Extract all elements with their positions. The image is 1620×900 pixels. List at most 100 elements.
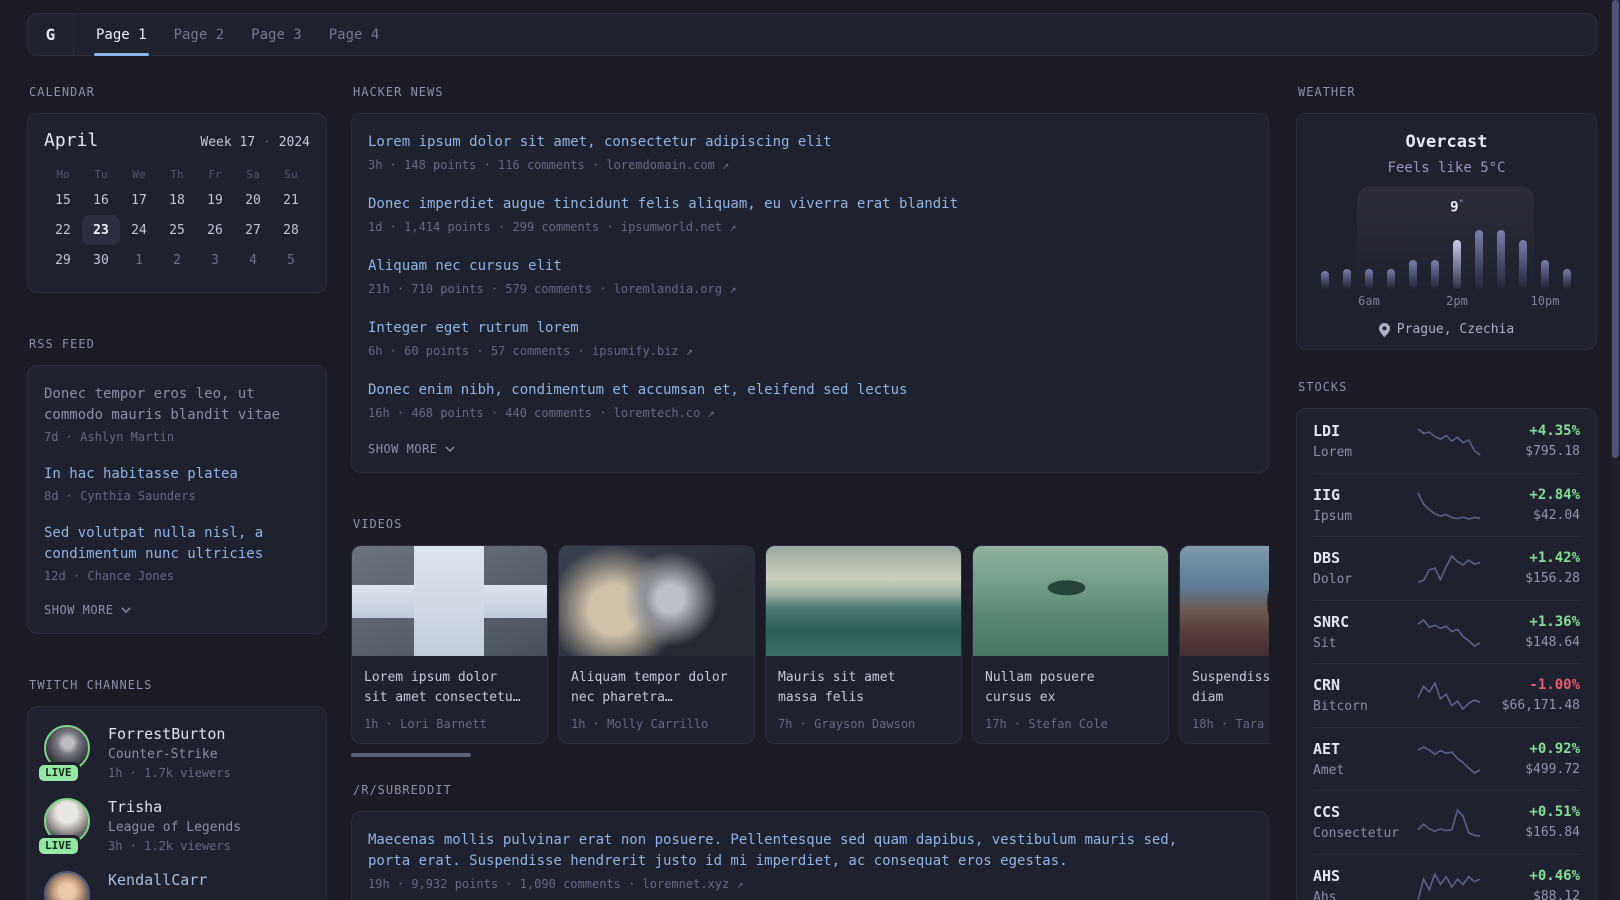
twitch-channel-name[interactable]: KendallCarr xyxy=(108,871,207,889)
rss-item: In hac habitasse platea 8d · Cynthia Sau… xyxy=(44,464,310,503)
video-thumbnail[interactable] xyxy=(1180,546,1269,656)
video-card[interactable]: Suspendisse diam 18h · Tara xyxy=(1179,545,1269,744)
hacker-news-item: Integer eget rutrum lorem 6h · 60 points… xyxy=(368,318,1252,358)
video-title[interactable]: Nullam posuere cursus ex xyxy=(985,668,1156,708)
stock-price: $165.84 xyxy=(1525,825,1580,841)
videos-section-label: VIDEOS xyxy=(353,517,403,531)
videos-carousel-scrollbar[interactable] xyxy=(351,753,471,757)
twitch-channel-game: League of Legends xyxy=(108,820,242,835)
video-card-body: Suspendisse diam 18h · Tara xyxy=(1180,656,1269,743)
rss-feed-widget: Donec tempor eros leo, ut commodo mauris… xyxy=(27,365,327,634)
hacker-news-item-meta[interactable]: 6h · 60 points · 57 comments · ipsumify.… xyxy=(368,344,1252,358)
hacker-news-widget: Lorem ipsum dolor sit amet, consectetur … xyxy=(351,113,1269,473)
stocks-section-label: STOCKS xyxy=(1298,380,1348,394)
calendar-separator: · xyxy=(263,135,271,150)
page-scrollbar-thumb[interactable] xyxy=(1612,0,1619,458)
calendar-day: 26 xyxy=(207,222,223,238)
hacker-news-item-title[interactable]: Donec imperdiet augue tincidunt felis al… xyxy=(368,194,1252,215)
calendar-day: 1 xyxy=(135,252,143,268)
stock-sparkline xyxy=(1409,680,1488,711)
page-tab[interactable]: Page 2 xyxy=(174,14,225,55)
weather-bar-current xyxy=(1453,240,1461,289)
weather-location: Prague, Czechia xyxy=(1297,322,1596,337)
stock-row[interactable]: CCS Consectetur +0.51% $165.84 xyxy=(1313,790,1580,854)
hacker-news-item-title[interactable]: Lorem ipsum dolor sit amet, consectetur … xyxy=(368,132,1252,153)
hacker-news-item-title[interactable]: Aliquam nec cursus elit xyxy=(368,256,1252,277)
tab-label: Page 2 xyxy=(173,26,225,43)
page-tab[interactable]: Page 3 xyxy=(251,14,302,55)
twitch-channel-row[interactable]: KendallCarr xyxy=(44,871,310,900)
live-badge: LIVE xyxy=(39,765,78,781)
video-thumbnail[interactable] xyxy=(973,546,1168,656)
video-card[interactable]: Aliquam tempor dolor nec pharetra… 1h · … xyxy=(558,545,755,744)
stock-change: -1.00% xyxy=(1529,677,1580,694)
twitch-channel-game: Counter-Strike xyxy=(108,747,218,762)
stock-ticker: CCS xyxy=(1313,803,1341,822)
stock-change: +1.36% xyxy=(1529,613,1580,630)
video-thumbnail[interactable] xyxy=(559,546,754,656)
rss-item-title[interactable]: In hac habitasse platea xyxy=(44,464,310,485)
weather-time-label: 2pm xyxy=(1446,294,1468,308)
page-tab[interactable]: Page 4 xyxy=(329,14,380,55)
calendar-day: 5 xyxy=(287,252,295,268)
video-thumbnail[interactable] xyxy=(766,546,961,656)
calendar-section-label: CALENDAR xyxy=(29,85,95,99)
video-title[interactable]: Mauris sit amet massa felis xyxy=(778,668,949,708)
video-title[interactable]: Suspendisse diam xyxy=(1192,668,1269,708)
center-column: HACKER NEWS Lorem ipsum dolor sit amet, … xyxy=(351,85,1269,900)
rss-item-title[interactable]: Donec tempor eros leo, ut commodo mauris… xyxy=(44,384,310,426)
stock-sparkline xyxy=(1409,490,1488,520)
page-tab[interactable]: Page 1 xyxy=(94,14,149,56)
page-scrollbar[interactable] xyxy=(1611,0,1620,900)
video-card[interactable]: Mauris sit amet massa felis 7h · Grayson… xyxy=(765,545,962,744)
video-card[interactable]: Nullam posuere cursus ex 17h · Stefan Co… xyxy=(972,545,1169,744)
video-title[interactable]: Aliquam tempor dolor nec pharetra… xyxy=(571,668,742,708)
twitch-channel-row[interactable]: LIVE Trisha League of Legends 3h · 1.2k … xyxy=(39,798,310,854)
subreddit-post-title[interactable]: Maecenas mollis pulvinar erat non posuer… xyxy=(368,830,1252,872)
stock-values: +2.84% $42.04 xyxy=(1488,487,1580,523)
weather-time-label: 10pm xyxy=(1530,294,1560,308)
weather-bar xyxy=(1563,269,1571,289)
stock-row[interactable]: LDI Lorem +4.35% $795.18 xyxy=(1313,409,1580,473)
twitch-channel-name[interactable]: Trisha xyxy=(108,798,241,816)
weather-hourly-chart: 6am 2pm 10pm 9° xyxy=(1321,186,1572,308)
twitch-channel-name[interactable]: ForrestBurton xyxy=(108,725,231,743)
stock-values: +0.46% $88.12 xyxy=(1488,868,1580,900)
stock-row[interactable]: IIG Ipsum +2.84% $42.04 xyxy=(1313,472,1580,537)
tab-label: Page 3 xyxy=(251,26,302,43)
calendar-day-header: We xyxy=(132,167,146,181)
calendar-week-year: Week 17 · 2024 xyxy=(200,135,310,150)
hacker-news-item-meta[interactable]: 16h · 468 points · 440 comments · loremt… xyxy=(368,406,1252,420)
stock-row[interactable]: DBS Dolor +1.42% $156.28 xyxy=(1313,536,1580,600)
hacker-news-item-title[interactable]: Integer eget rutrum lorem xyxy=(368,318,1252,339)
stock-row[interactable]: AET Amet +0.92% $499.72 xyxy=(1313,726,1580,791)
rss-show-more-button[interactable]: SHOW MORE xyxy=(44,603,310,617)
twitch-channel-row[interactable]: LIVE ForrestBurton Counter-Strike 1h · 1… xyxy=(39,725,310,781)
hacker-news-show-more-button[interactable]: SHOW MORE xyxy=(368,442,1252,456)
video-meta: 18h · Tara xyxy=(1192,717,1265,731)
subreddit-post-meta[interactable]: 19h · 9,932 points · 1,090 comments · lo… xyxy=(368,877,1252,891)
video-title[interactable]: Lorem ipsum dolor sit amet consectetu… xyxy=(364,668,535,708)
video-thumbnail[interactable] xyxy=(352,546,547,656)
stock-price: $66,171.48 xyxy=(1501,698,1580,714)
rss-item: Donec tempor eros leo, ut commodo mauris… xyxy=(44,384,310,444)
stocks-widget: LDI Lorem +4.35% $795.18 IIG Ipsum +2.84… xyxy=(1296,408,1597,900)
rss-item-title[interactable]: Sed volutpat nulla nisl, a condimentum n… xyxy=(44,523,310,565)
stock-row[interactable]: CRN Bitcorn -1.00% $66,171.48 xyxy=(1313,663,1580,727)
stock-row[interactable]: SNRC Sit +1.36% $148.64 xyxy=(1313,599,1580,664)
video-meta: 7h · Grayson Dawson xyxy=(778,717,916,731)
rss-item-meta: 7d · Ashlyn Martin xyxy=(44,430,175,444)
hacker-news-item-meta[interactable]: 21h · 710 points · 579 comments · loreml… xyxy=(368,282,1252,296)
video-card[interactable]: Lorem ipsum dolor sit amet consectetu… 1… xyxy=(351,545,548,744)
stock-row[interactable]: AHS Ahs +0.46% $88.12 xyxy=(1313,853,1580,900)
stock-sparkline xyxy=(1409,426,1488,456)
weather-bar xyxy=(1497,230,1505,289)
stock-ticker: SNRC xyxy=(1313,612,1350,631)
calendar-day-header: Mo xyxy=(56,167,70,181)
hacker-news-item-title[interactable]: Donec enim nibh, condimentum et accumsan… xyxy=(368,380,1252,401)
calendar-day: 19 xyxy=(207,192,223,208)
hacker-news-item-meta[interactable]: 3h · 148 points · 116 comments · loremdo… xyxy=(368,158,1252,172)
hacker-news-item-meta[interactable]: 1d · 1,414 points · 299 comments · ipsum… xyxy=(368,220,1252,234)
stock-price: $499.72 xyxy=(1525,761,1580,777)
stock-price: $42.04 xyxy=(1533,507,1580,523)
